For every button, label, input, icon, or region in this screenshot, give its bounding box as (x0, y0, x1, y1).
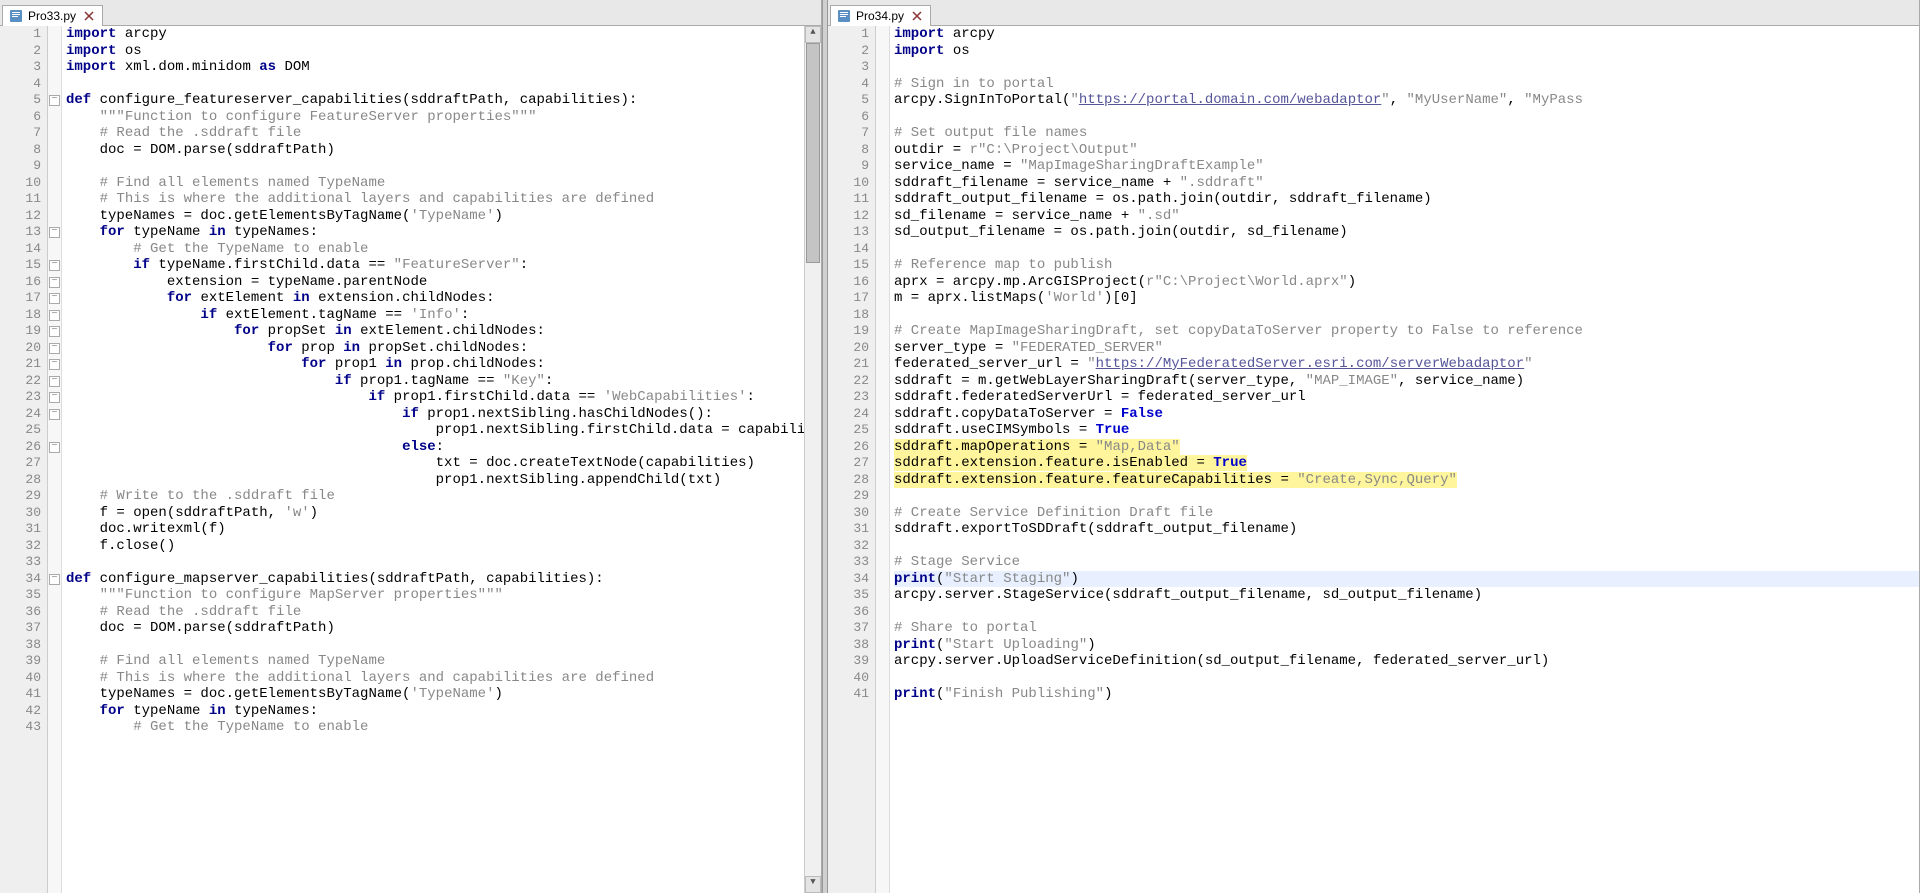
close-icon[interactable] (82, 9, 96, 23)
tab-pro33[interactable]: Pro33.py (2, 5, 103, 26)
left-editor-pane: Pro33.py 1234567891011121314151617181920… (0, 0, 822, 893)
scroll-down-button[interactable]: ▼ (805, 876, 821, 893)
tab-label: Pro34.py (856, 9, 904, 23)
right-tab-bar: Pro34.py (828, 0, 1919, 26)
close-icon[interactable] (910, 9, 924, 23)
code-area[interactable]: import arcpy import os import xml.dom.mi… (62, 26, 804, 893)
code-area[interactable]: import arcpy import os # Sign in to port… (890, 26, 1919, 893)
left-tab-bar: Pro33.py (0, 0, 821, 26)
right-editor-pane: Pro34.py 1234567891011121314151617181920… (828, 0, 1920, 893)
fold-margin[interactable] (876, 26, 890, 893)
left-editor-body: 1234567891011121314151617181920212223242… (0, 26, 821, 893)
tab-pro34[interactable]: Pro34.py (830, 5, 931, 26)
python-file-icon (837, 9, 851, 23)
line-number-gutter: 1234567891011121314151617181920212223242… (0, 26, 48, 893)
scroll-track[interactable] (805, 43, 821, 876)
right-editor-body: 1234567891011121314151617181920212223242… (828, 26, 1919, 893)
tab-label: Pro33.py (28, 9, 76, 23)
scroll-thumb[interactable] (806, 43, 820, 263)
scroll-up-button[interactable]: ▲ (805, 26, 821, 43)
vertical-scrollbar[interactable]: ▲ ▼ (804, 26, 821, 893)
line-number-gutter: 1234567891011121314151617181920212223242… (828, 26, 876, 893)
fold-margin[interactable] (48, 26, 62, 893)
python-file-icon (9, 9, 23, 23)
